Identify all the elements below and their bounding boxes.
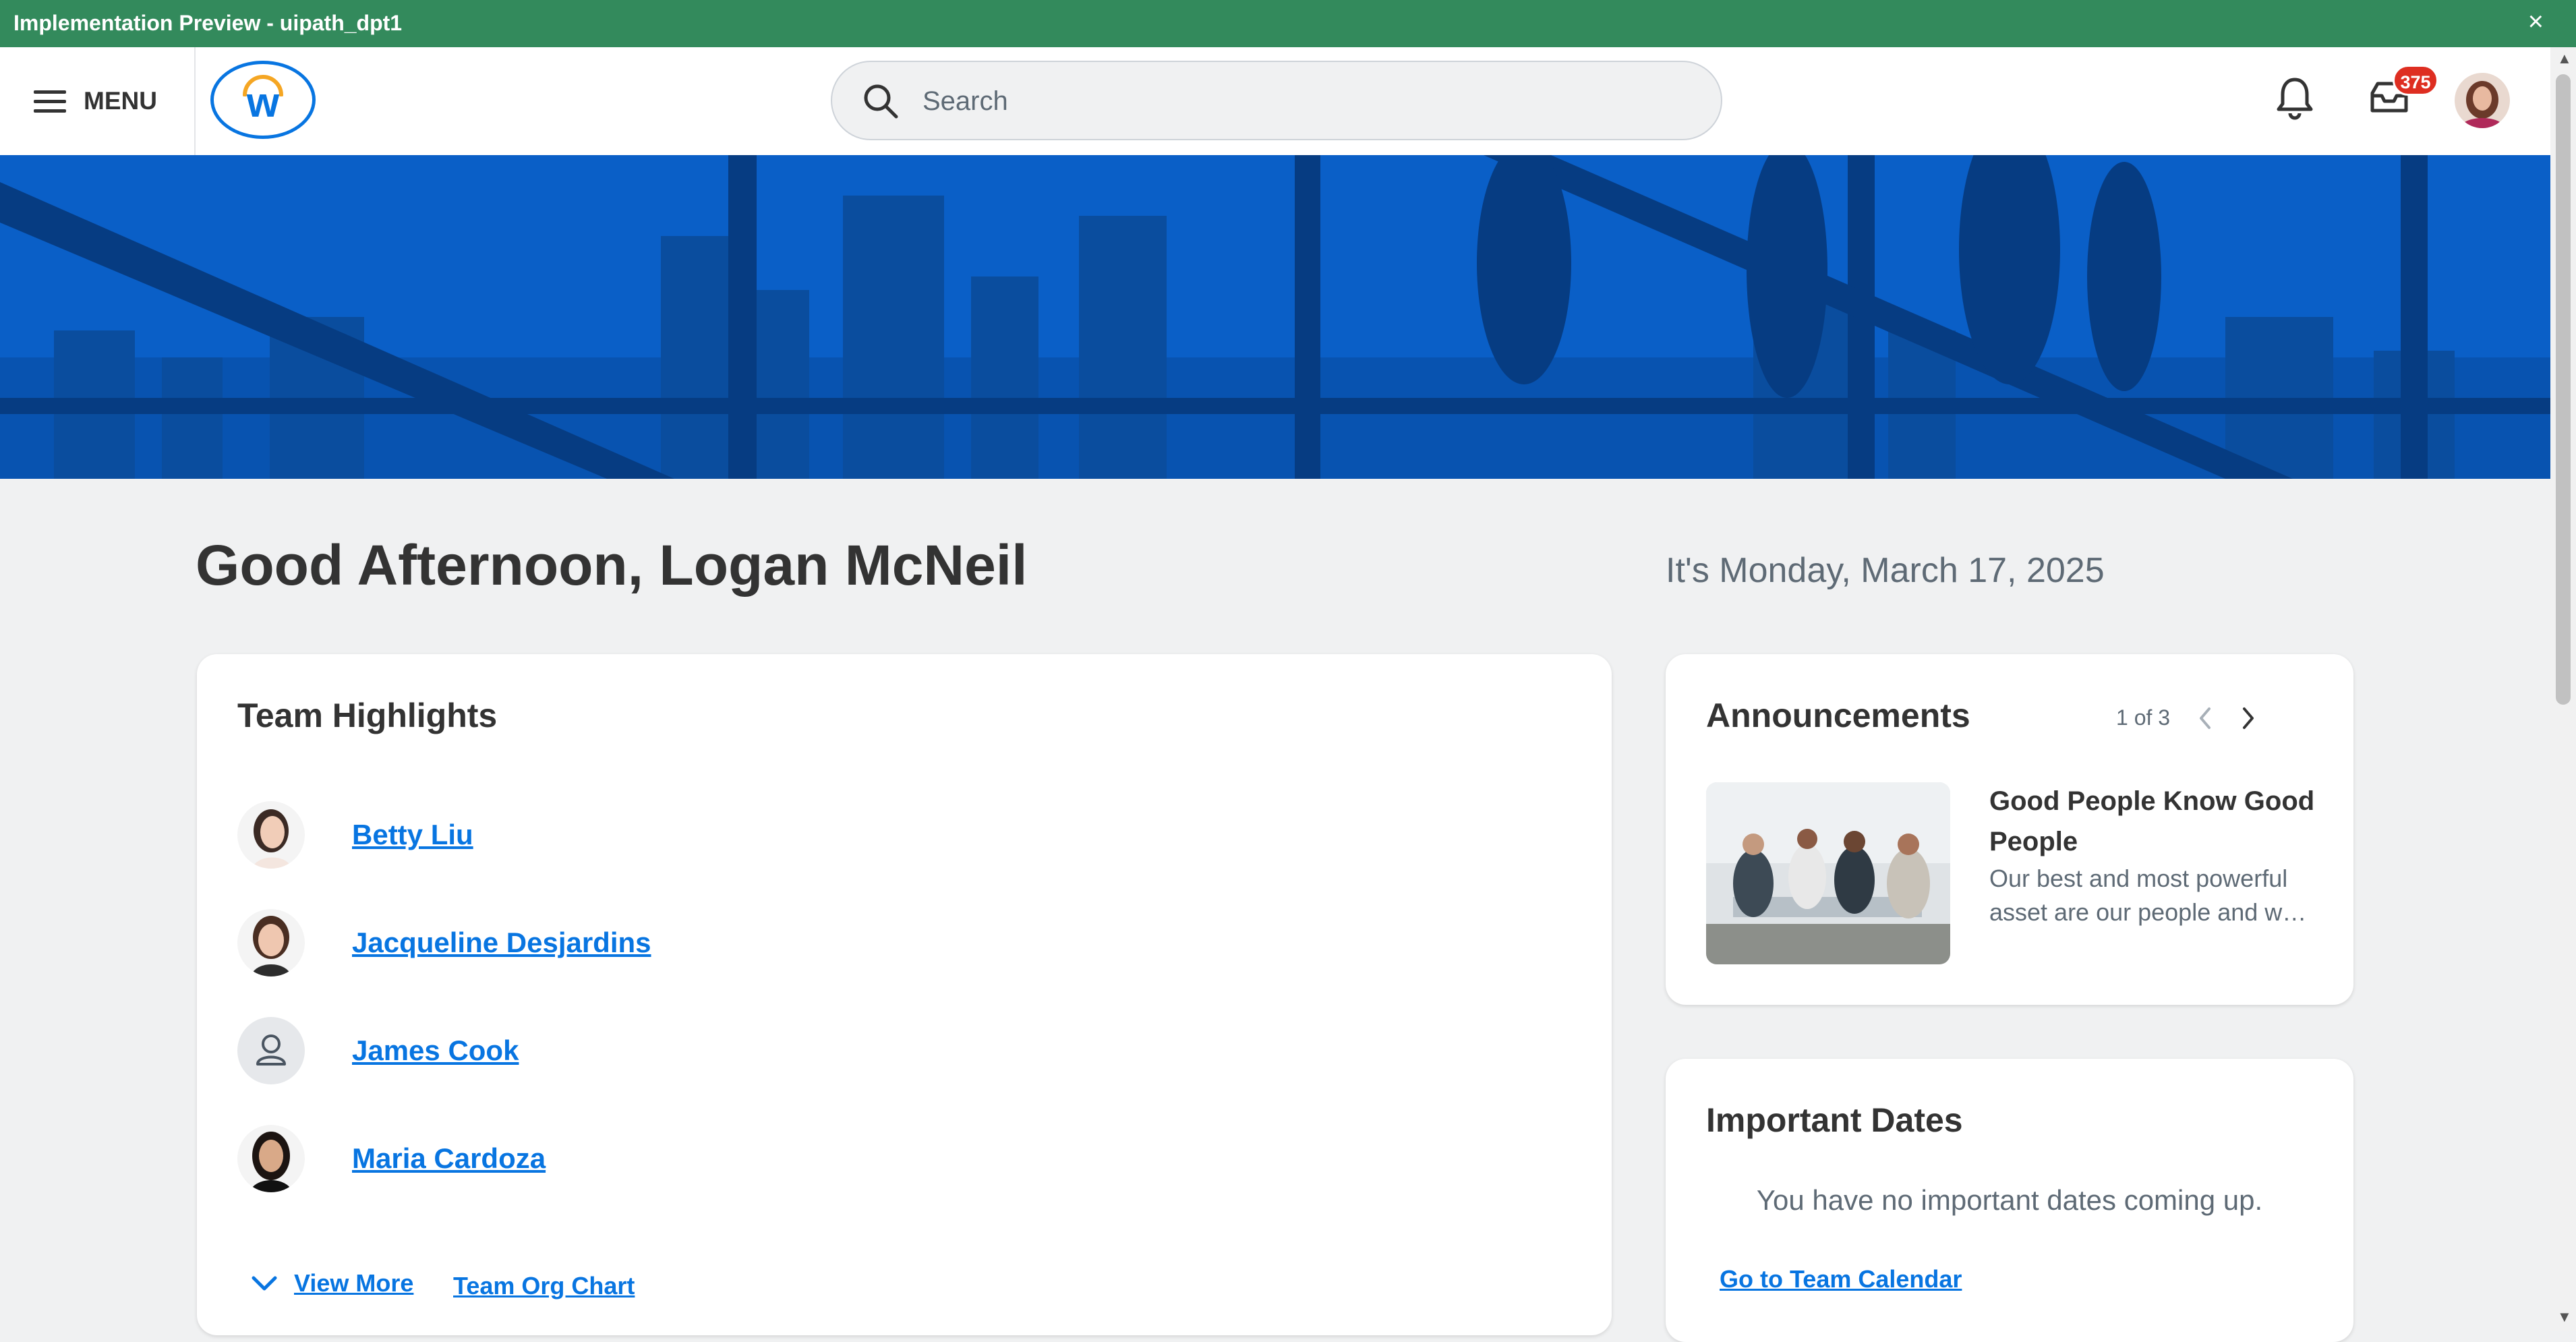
team-member-link[interactable]: Maria Cardoza — [352, 1142, 546, 1175]
announcement-image[interactable] — [1706, 782, 1950, 964]
team-member-row: Betty Liu — [237, 801, 473, 869]
search-bar[interactable] — [831, 61, 1722, 140]
chevron-right-icon[interactable] — [2240, 706, 2256, 730]
user-avatar[interactable] — [2455, 73, 2510, 128]
current-date: It's Monday, March 17, 2025 — [1666, 551, 2105, 590]
view-more-link[interactable]: View More — [294, 1269, 413, 1297]
team-calendar-link[interactable]: Go to Team Calendar — [1720, 1265, 1962, 1293]
search-input[interactable] — [921, 77, 1666, 125]
team-org-chart-link[interactable]: Team Org Chart — [453, 1272, 635, 1300]
top-navigation: MENU w 375 — [0, 47, 2550, 156]
scroll-up-arrow[interactable]: ▲ — [2557, 50, 2572, 67]
menu-button[interactable]: MENU — [34, 74, 157, 128]
team-member-avatar[interactable] — [237, 801, 305, 869]
window-title: Implementation Preview - uipath_dpt1 — [13, 11, 403, 35]
important-dates-empty-message: You have no important dates coming up. — [1756, 1184, 2263, 1216]
placeholder-user-icon[interactable] — [237, 1017, 305, 1084]
announcement-counter: 1 of 3 — [2116, 705, 2171, 730]
team-member-link[interactable]: Jacqueline Desjardins — [352, 927, 651, 959]
close-icon[interactable]: × — [2528, 7, 2544, 37]
hamburger-icon — [34, 90, 66, 113]
scroll-thumb[interactable] — [2556, 74, 2571, 705]
logo-letter: w — [246, 80, 280, 126]
announcements-card: Announcements 1 of 3 Good People Know Go… — [1666, 654, 2353, 1005]
announcements-pager: 1 of 3 — [2116, 705, 2256, 730]
hero-banner — [0, 155, 2550, 479]
chevron-left-icon[interactable] — [2197, 706, 2213, 730]
announcements-title: Announcements — [1706, 697, 1970, 734]
announcement-headline[interactable]: Good People Know Good People — [1989, 781, 2326, 862]
nav-divider — [194, 47, 196, 155]
environment-bar: Implementation Preview - uipath_dpt1 × — [0, 0, 2576, 47]
team-highlights-card: Team Highlights Betty Liu Jacqueline Des… — [197, 654, 1612, 1335]
scroll-down-arrow[interactable]: ▼ — [2557, 1308, 2572, 1326]
menu-label: MENU — [84, 87, 157, 115]
team-highlights-title: Team Highlights — [237, 697, 498, 734]
announcement-body: Our best and most powerful asset are our… — [1989, 865, 2307, 926]
bell-icon[interactable] — [2275, 76, 2314, 120]
hero-cityscape-image — [0, 155, 2550, 479]
team-member-avatar[interactable] — [237, 909, 305, 976]
important-dates-card: Important Dates You have no important da… — [1666, 1059, 2353, 1342]
important-dates-title: Important Dates — [1706, 1101, 1963, 1139]
page-greeting: Good Afternoon, Logan McNeil — [196, 533, 1028, 597]
team-member-row: Maria Cardoza — [237, 1125, 546, 1192]
team-member-avatar[interactable] — [237, 1125, 305, 1192]
team-member-link[interactable]: James Cook — [352, 1034, 519, 1067]
inbox-count-badge: 375 — [2393, 65, 2438, 96]
team-member-link[interactable]: Betty Liu — [352, 819, 473, 851]
view-more-button[interactable]: View More — [251, 1269, 413, 1297]
workday-logo[interactable]: w — [210, 61, 316, 139]
team-member-row: Jacqueline Desjardins — [237, 909, 651, 976]
page-scrollbar[interactable]: ▲ ▼ — [2550, 47, 2576, 1331]
team-member-row: James Cook — [237, 1017, 519, 1084]
chevron-down-icon — [252, 1276, 277, 1291]
search-icon — [864, 84, 898, 119]
